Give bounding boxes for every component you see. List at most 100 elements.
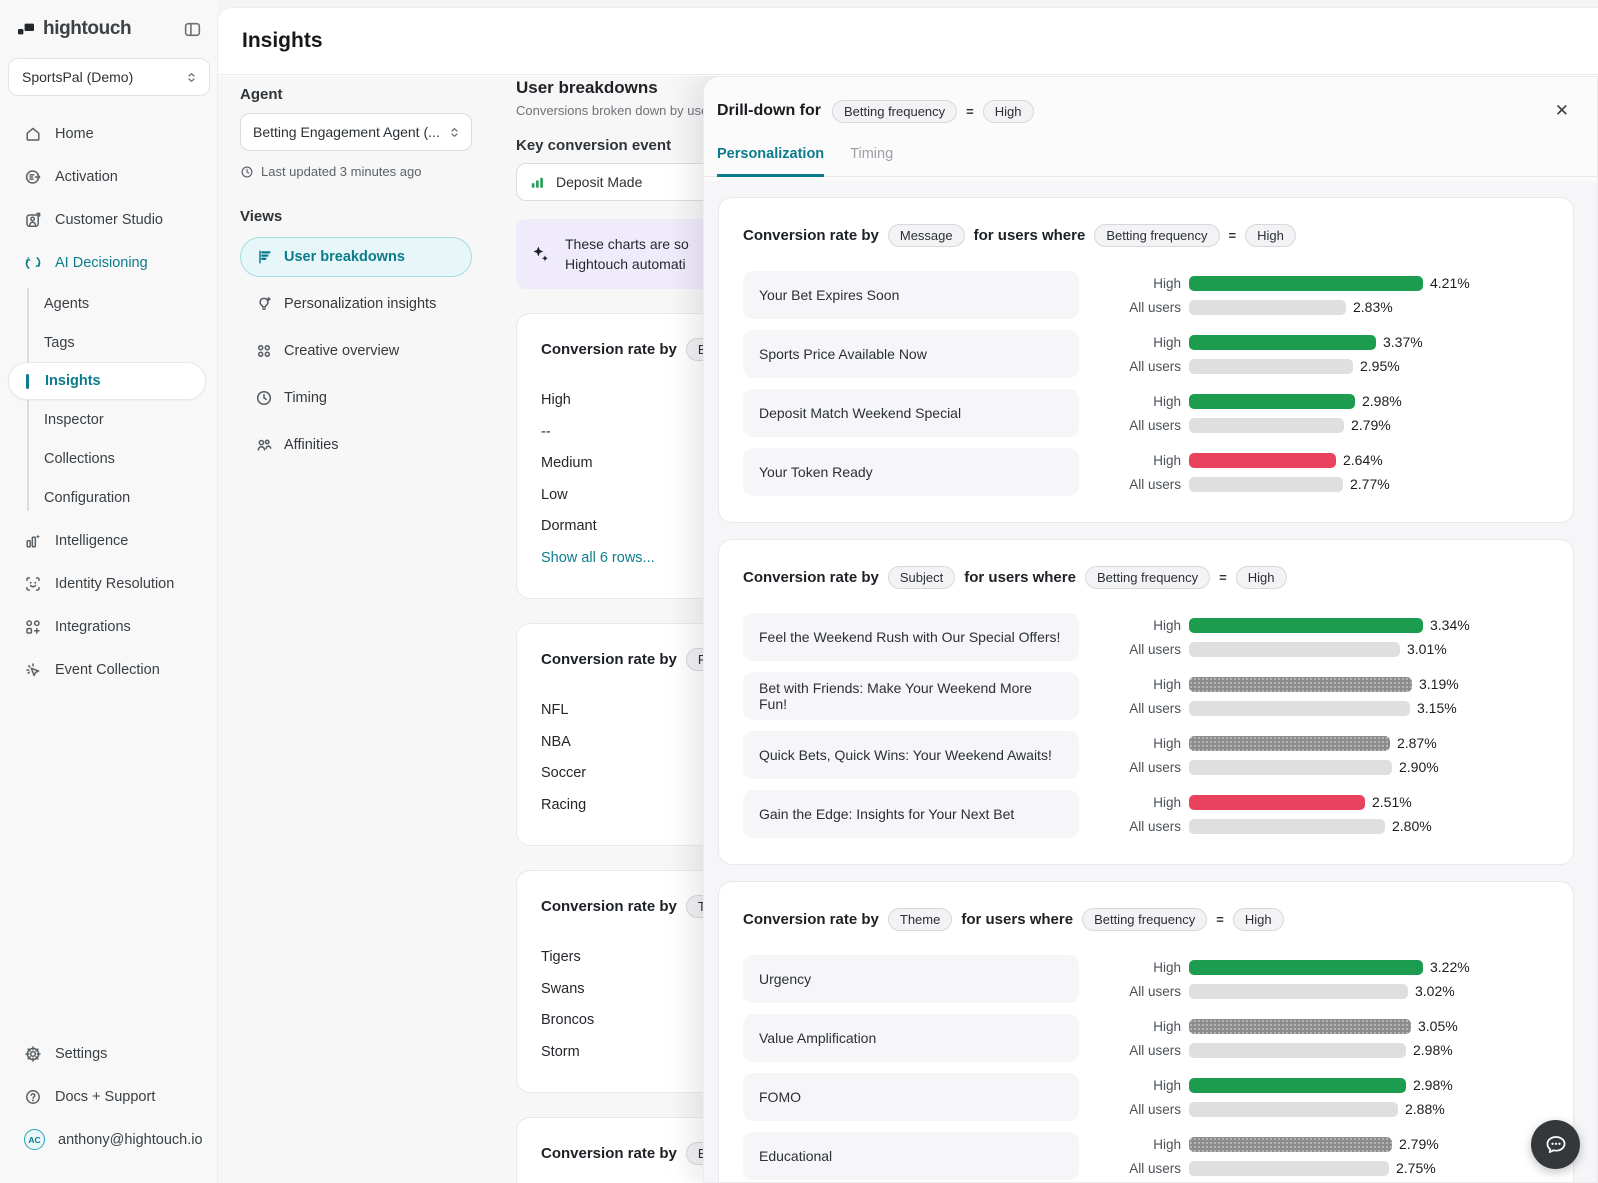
integrations-icon [24,618,42,636]
dimension-pill[interactable]: Subject [888,566,955,589]
ai-decisioning-icon [24,254,42,272]
chart-row: Quick Bets, Quick Wins: Your Weekend Awa… [743,731,1549,779]
main-page: Insights Agent Betting Engagement Agent … [218,8,1598,1183]
workspace-selector[interactable]: SportsPal (Demo) [8,58,210,96]
sidebar-item-customer-studio[interactable]: Customer Studio [0,198,218,241]
category-label: FOMO [743,1073,1079,1121]
dimension-pill[interactable]: Message [888,224,965,247]
sidebar-item-account[interactable]: AC anthony@hightouch.io [0,1118,218,1161]
bar-line: All users 2.75% [1115,1161,1439,1176]
sidebar-item-integrations[interactable]: Integrations [0,605,218,648]
chat-launcher-button[interactable] [1531,1120,1580,1169]
sidebar-item-inspector[interactable]: Inspector [0,400,218,439]
conversion-bar-high [1189,276,1423,291]
agent-selector[interactable]: Betting Engagement Agent (... [240,113,472,151]
view-item-user-breakdowns[interactable]: User breakdowns [240,237,472,277]
sidebar-item-home[interactable]: Home [0,112,218,155]
category-label: Feel the Weekend Rush with Our Special O… [743,613,1079,661]
series-label: All users [1115,701,1181,716]
bar-value: 2.83% [1353,299,1393,315]
category-label: Quick Bets, Quick Wins: Your Weekend Awa… [743,731,1079,779]
view-item-personalization-insights[interactable]: Personalization insights [240,284,472,324]
filter-value-pill[interactable]: High [1233,908,1284,931]
sidebar-item-docs-support[interactable]: Docs + Support [0,1075,218,1118]
event-collection-icon [24,661,42,679]
drawer-body: Conversion rate by Message for users whe… [704,181,1597,1182]
sidebar-item-intelligence[interactable]: Intelligence [0,519,218,562]
drawer-header: Drill-down for Betting frequency = High … [704,77,1597,125]
series-label: High [1115,394,1181,409]
bar-value: 2.98% [1362,393,1402,409]
dimension-pill[interactable]: Theme [888,908,952,931]
views-list: User breakdowns Personalization insights C… [240,237,472,465]
category-label: Your Token Ready [743,448,1079,496]
tab-personalization[interactable]: Personalization [717,146,824,177]
series-label: High [1115,618,1181,633]
collapse-sidebar-icon[interactable] [183,20,202,39]
conversion-bar-high [1189,335,1376,350]
bar-line: All users 2.77% [1115,477,1390,492]
sidebar-item-ai-decisioning[interactable]: AI Decisioning [0,241,218,284]
series-label: All users [1115,359,1181,374]
bar-value: 3.34% [1430,617,1470,633]
series-label: High [1115,1019,1181,1034]
sidebar-item-insights[interactable]: Insights [8,362,206,400]
conversion-rate-card: Conversion rate by Subject for users whe… [718,539,1574,865]
bar-line: High 2.51% [1115,795,1432,810]
bar-value: 2.88% [1405,1101,1445,1117]
filter-value-pill[interactable]: High [983,100,1034,123]
agent-label: Agent [240,86,472,103]
affinities-icon [255,436,273,454]
filter-value-pill[interactable]: High [1236,566,1287,589]
workspace-name: SportsPal (Demo) [22,69,133,85]
tab-timing[interactable]: Timing [850,146,893,177]
sidebar-item-agents[interactable]: Agents [0,284,218,323]
bar-line: High 3.22% [1115,960,1470,975]
series-label: High [1115,276,1181,291]
filter-dimension-pill[interactable]: Betting frequency [1094,224,1219,247]
sidebar-item-settings[interactable]: Settings [0,1032,218,1075]
bar-line: All users 2.80% [1115,819,1432,834]
agent-selected-value: Betting Engagement Agent (... [253,124,440,140]
conversion-bar-all-users [1189,477,1343,492]
chart-row: Your Bet Expires Soon High 4.21% All use… [743,271,1549,319]
bar-line: All users 2.79% [1115,418,1402,433]
filter-dimension-pill[interactable]: Betting frequency [832,100,957,123]
app-logo-text: hightouch [43,18,131,40]
page-body: Agent Betting Engagement Agent (... Last… [218,76,1598,1183]
view-item-affinities[interactable]: Affinities [240,425,472,465]
bar-value: 3.37% [1383,334,1423,350]
close-icon[interactable]: ✕ [1547,97,1577,125]
sidebar-item-identity-resolution[interactable]: Identity Resolution [0,562,218,605]
series-label: All users [1115,1102,1181,1117]
bar-value: 3.01% [1407,641,1447,657]
sidebar-item-activation[interactable]: Activation [0,155,218,198]
personalization-icon [255,295,273,313]
sidebar-item-tags[interactable]: Tags [0,323,218,362]
bar-line: All users 3.15% [1115,701,1459,716]
bar-value: 2.95% [1360,358,1400,374]
filter-value-pill[interactable]: High [1245,224,1296,247]
conversion-bar-high [1189,1019,1411,1034]
series-label: All users [1115,1043,1181,1058]
timing-icon [255,389,273,407]
filter-dimension-pill[interactable]: Betting frequency [1082,908,1207,931]
sidebar-item-event-collection[interactable]: Event Collection [0,648,218,691]
view-item-timing[interactable]: Timing [240,378,472,418]
sidebar-item-configuration[interactable]: Configuration [0,478,218,517]
avatar: AC [24,1129,45,1150]
view-item-creative-overview[interactable]: Creative overview [240,331,472,371]
bar-line: High 2.64% [1115,453,1390,468]
bar-value: 2.79% [1399,1136,1439,1152]
banner-line-1: These charts are so [565,234,689,254]
creative-icon [255,342,273,360]
breakdown-icon [255,248,273,266]
sidebar-item-collections[interactable]: Collections [0,439,218,478]
series-label: All users [1115,642,1181,657]
filter-dimension-pill[interactable]: Betting frequency [1085,566,1210,589]
chart-row: Your Token Ready High 2.64% All users 2.… [743,448,1549,496]
bar-line: All users 2.83% [1115,300,1470,315]
conversion-bar-all-users [1189,1043,1406,1058]
series-label: All users [1115,984,1181,999]
category-label: Value Amplification [743,1014,1079,1062]
